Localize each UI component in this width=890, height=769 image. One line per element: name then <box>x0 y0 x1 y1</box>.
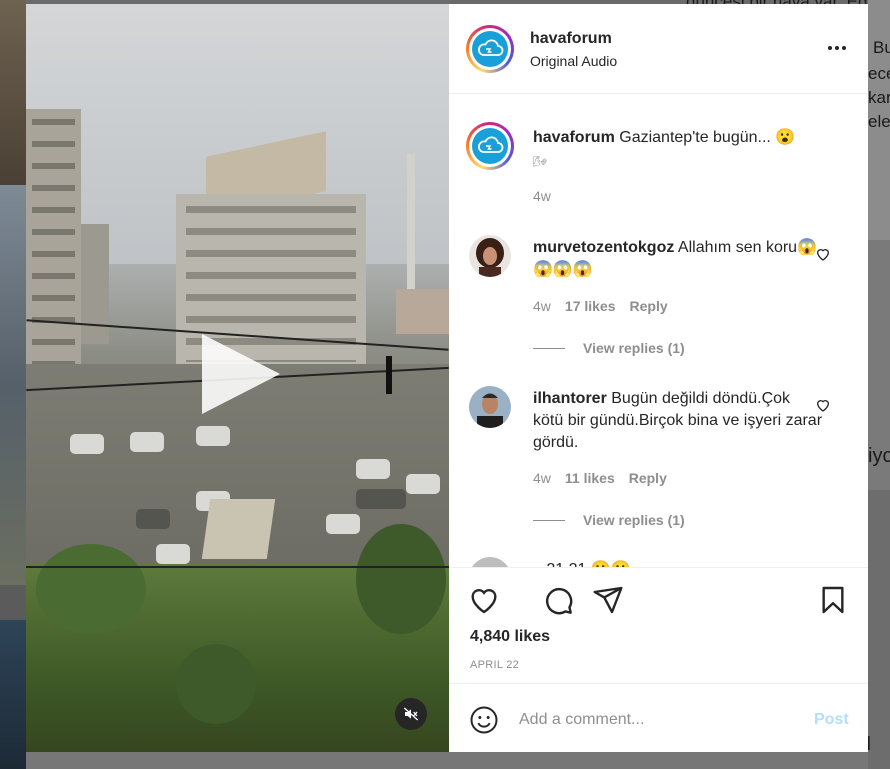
post-details-pane: havaforum Original Audio havaforum Gazia… <box>449 4 868 752</box>
background-thumbnail <box>0 620 26 769</box>
caption-time[interactable]: 4w <box>533 188 551 204</box>
cloud-icon <box>477 136 504 153</box>
caption-text: Gaziantep'te bugün... 😮 <box>619 129 796 146</box>
comment-time[interactable]: 4w <box>533 470 551 486</box>
play-icon[interactable] <box>202 334 280 414</box>
reply-button[interactable]: Reply <box>630 298 668 314</box>
background-text: ele <box>868 112 890 131</box>
comment-likes[interactable]: 11 likes <box>565 470 615 486</box>
more-options-icon[interactable] <box>825 36 849 60</box>
comment-input[interactable] <box>519 705 799 735</box>
avatar[interactable] <box>469 557 511 567</box>
mute-button[interactable] <box>395 698 427 730</box>
caption-username[interactable]: havaforum <box>533 129 615 146</box>
post-video[interactable] <box>26 4 449 752</box>
avatar[interactable] <box>466 25 514 73</box>
heart-icon[interactable] <box>468 584 500 616</box>
post-header: havaforum Original Audio <box>449 4 868 94</box>
cloud-icon <box>477 39 504 56</box>
caption-extra: 🌬 <box>533 156 547 168</box>
comment-text: ...21.21 😮😮 <box>533 559 823 567</box>
comment-icon[interactable] <box>542 584 574 616</box>
comment-likes[interactable]: 17 likes <box>565 298 616 314</box>
add-comment-bar: Post <box>449 683 868 752</box>
heart-icon[interactable] <box>815 397 831 413</box>
avatar[interactable] <box>469 386 511 428</box>
background-text: kar <box>868 88 890 107</box>
avatar[interactable] <box>469 235 511 277</box>
smiley-icon[interactable] <box>469 705 499 735</box>
avatar[interactable] <box>466 122 514 170</box>
background-thumbnail <box>868 490 890 769</box>
likes-count[interactable]: 4,840 likes <box>470 628 550 646</box>
view-replies-button[interactable]: View replies (1) <box>533 340 685 356</box>
post-button[interactable]: Post <box>814 711 849 729</box>
muted-speaker-icon <box>403 707 419 721</box>
background-thumbnail <box>0 0 26 185</box>
post-username[interactable]: havaforum <box>530 30 612 48</box>
heart-icon[interactable] <box>815 246 831 262</box>
audio-link[interactable]: Original Audio <box>530 53 617 69</box>
post-actions: 4,840 likes APRIL 22 <box>449 567 868 683</box>
view-replies-button[interactable]: View replies (1) <box>533 512 685 528</box>
share-icon[interactable] <box>592 584 624 616</box>
comment-username[interactable]: murvetozentokgoz <box>533 239 674 256</box>
bookmark-icon[interactable] <box>817 584 849 616</box>
background-text: ece <box>868 64 890 83</box>
background-thumbnail <box>0 185 26 585</box>
post-modal: havaforum Original Audio havaforum Gazia… <box>26 4 868 752</box>
comment-time[interactable]: 4w <box>533 298 551 314</box>
background-text: iyo <box>868 445 890 467</box>
comment-username[interactable]: ilhantorer <box>533 390 607 407</box>
comments-list[interactable]: havaforum Gaziantep'te bugün... 😮 🌬 4w m… <box>449 95 868 567</box>
background-text: Bu <box>873 38 890 57</box>
post-date[interactable]: APRIL 22 <box>470 659 519 671</box>
reply-button[interactable]: Reply <box>629 470 667 486</box>
